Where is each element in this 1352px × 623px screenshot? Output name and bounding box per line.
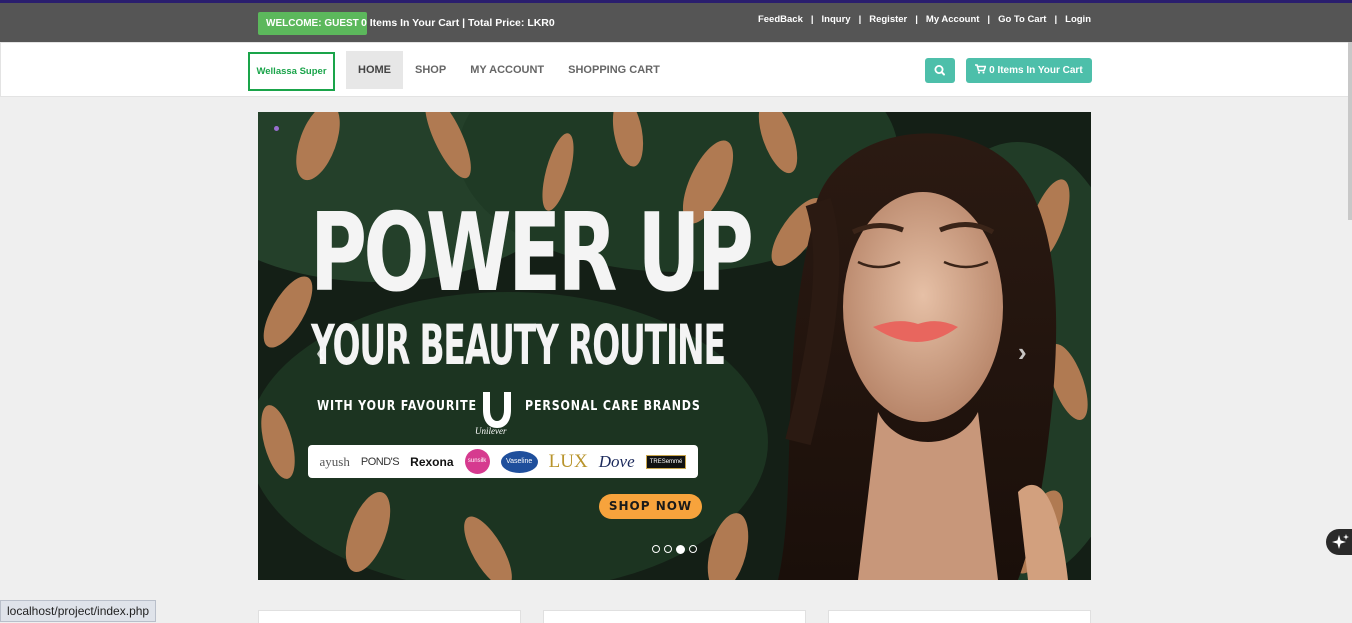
search-button[interactable] [925,58,955,83]
assistant-button[interactable] [1326,529,1352,555]
top-link-my-account[interactable]: My Account [926,14,979,25]
top-link-register[interactable]: Register [869,14,907,25]
brand-sunsilk-logo: sunsilk [464,449,490,474]
carousel-indicators [652,544,697,554]
carousel-indicator[interactable] [664,545,672,553]
nav-home[interactable]: HOME [346,51,403,89]
carousel-indicator[interactable] [689,545,697,553]
carousel-prev-chevron-icon[interactable]: ‹ [316,337,325,368]
nav-my-account[interactable]: MY ACCOUNT [458,51,556,89]
brand-logo[interactable]: Wellassa Super [248,52,335,91]
carousel-next-chevron-icon[interactable]: › [1018,337,1027,368]
shop-now-button[interactable]: SHOP NOW [599,494,702,519]
nav-links: HOME SHOP MY ACCOUNT SHOPPING CART [346,51,672,89]
main-navbar: Wellassa Super HOME SHOP MY ACCOUNT SHOP… [0,42,1350,97]
browser-status-bar: localhost/project/index.php [0,600,157,622]
brand-rexona-logo: Rexona [410,454,454,469]
hero-corner-dot [274,126,279,131]
cart-button[interactable]: 0 Items In Your Cart [966,58,1092,83]
separator: | [810,14,814,25]
hero-headline: POWER UP [310,191,754,316]
separator: | [1054,14,1058,25]
cart-button-label: 0 Items In Your Cart [989,65,1083,76]
carousel-indicator-active[interactable] [676,544,685,554]
product-card[interactable] [828,610,1091,623]
search-icon [934,65,945,76]
brand-lux-logo: LUX [548,450,588,472]
brand-vaseline-logo: Vaseline [500,450,538,473]
separator: | [858,14,862,25]
product-card[interactable] [543,610,806,623]
carousel-indicator[interactable] [652,545,660,553]
cart-summary: 0 Items In Your Cart | Total Price: LKR0 [361,17,555,29]
hero-tagline-left: WITH YOUR FAVOURITE [317,399,477,414]
product-card[interactable] [258,610,521,623]
brand-logos-bar: ayush POND'S Rexona sunsilk Vaseline LUX… [308,445,698,478]
nav-shop[interactable]: SHOP [403,51,458,89]
brand-ayush-logo: ayush [319,453,350,469]
sparkle-icon [1332,534,1349,549]
top-bar: WELCOME: GUEST 0 Items In Your Cart | To… [0,3,1352,42]
brand-ponds-logo: POND'S [360,455,400,468]
nav-shopping-cart[interactable]: SHOPPING CART [556,51,672,89]
hero-tagline-right: PERSONAL CARE BRANDS [525,399,701,414]
brand-tresemme-logo: TRESemmé [645,454,687,469]
brand-dove-logo: Dove [598,451,635,471]
welcome-badge: WELCOME: GUEST [258,12,367,35]
top-link-go-to-cart[interactable]: Go To Cart [998,14,1046,25]
unilever-logo-text: Unilever [475,426,507,436]
scrollbar[interactable] [1348,42,1352,220]
cart-icon [975,64,987,74]
top-link-feedback[interactable]: FeedBack [758,14,803,25]
top-link-login[interactable]: Login [1065,14,1091,25]
separator: | [987,14,991,25]
separator: | [915,14,918,25]
hero-carousel[interactable]: POWER UP YOUR BEAUTY ROUTINE WITH YOUR F… [258,112,1091,580]
top-link-inquiry[interactable]: Inqury [822,14,851,25]
hero-subheadline: YOUR BEAUTY ROUTINE [311,313,726,377]
top-links: FeedBack | Inqury | Register | My Accoun… [758,14,1091,25]
